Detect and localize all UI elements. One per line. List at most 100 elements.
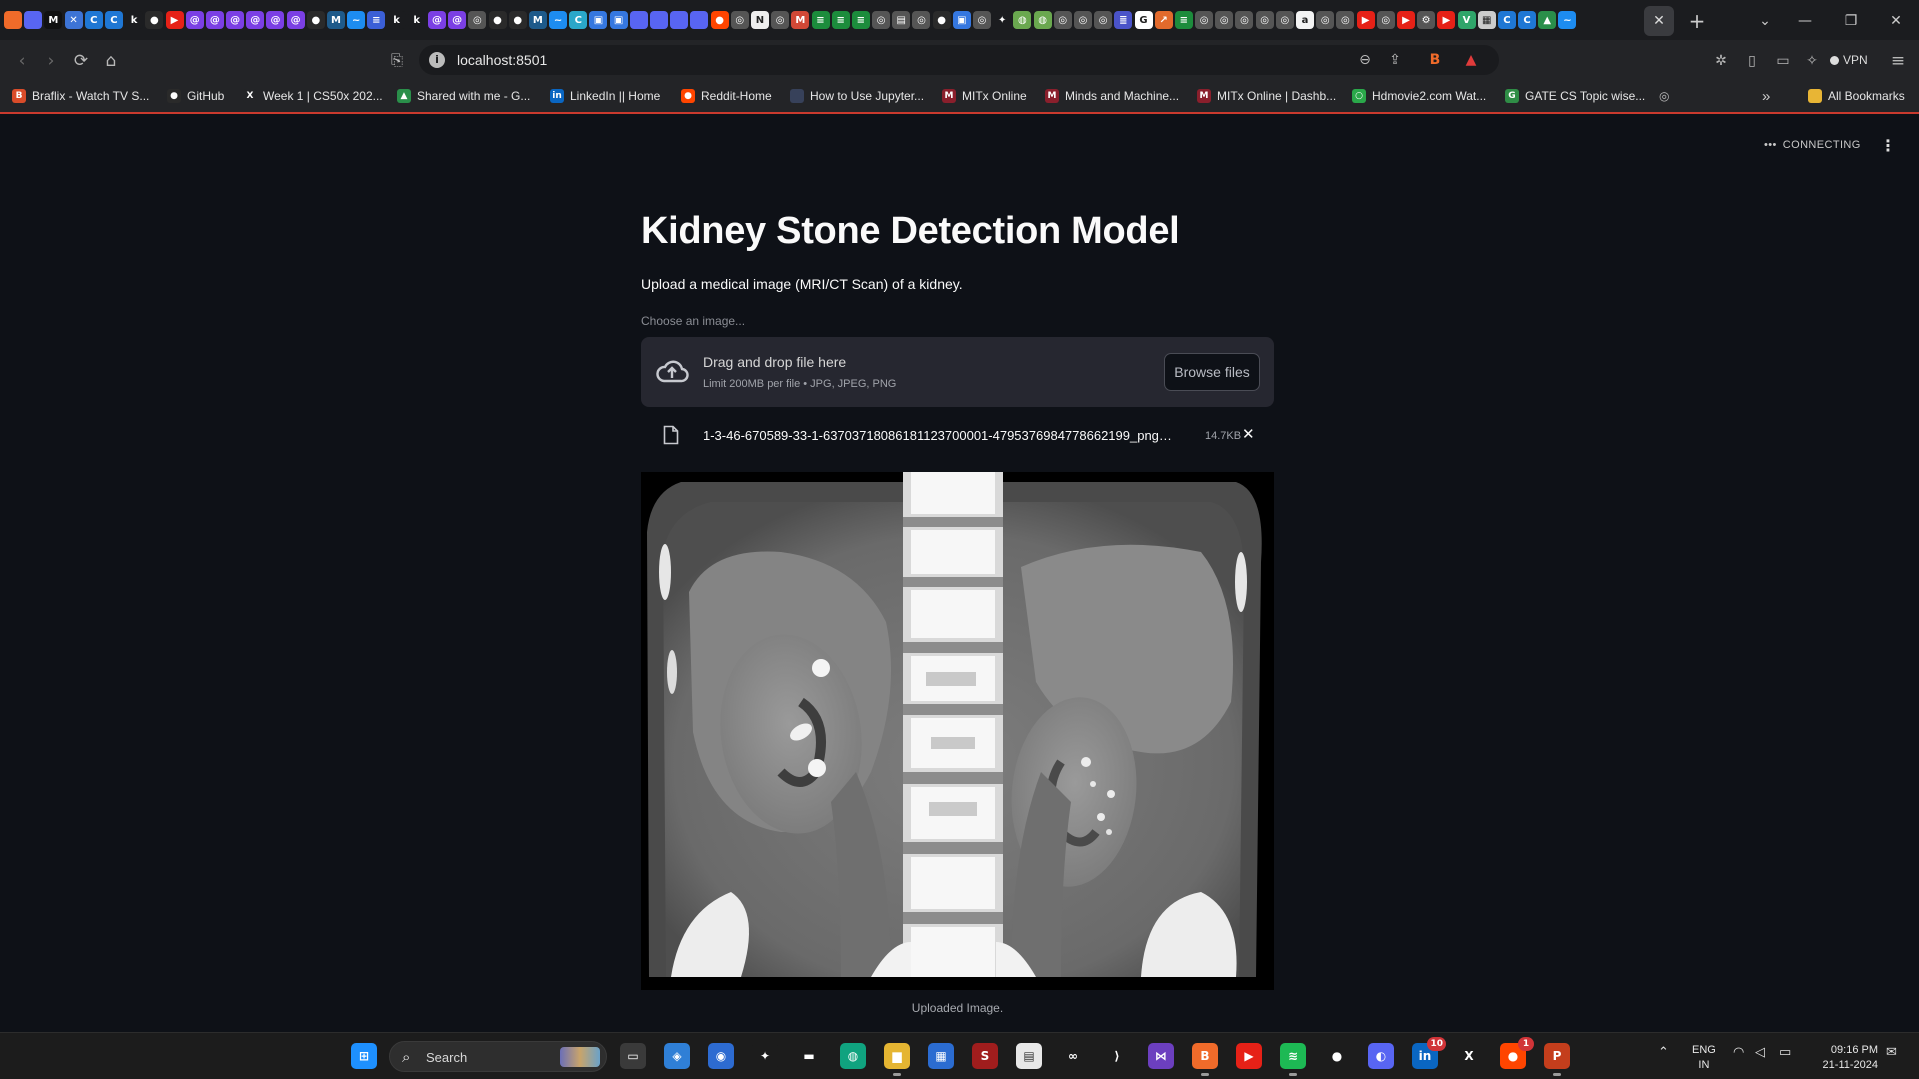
brave-browser-icon[interactable]: B [1192, 1043, 1218, 1076]
swirl-icon[interactable]: @ [448, 11, 467, 29]
github-icon[interactable]: ● [1324, 1043, 1350, 1069]
hbars-icon[interactable]: ≡ [831, 11, 850, 29]
close-tab-icon[interactable]: ✕ [1653, 13, 1665, 29]
hbars-icon[interactable]: ≡ [851, 11, 870, 29]
c-icon[interactable]: C [84, 11, 103, 29]
address-bar[interactable]: i localhost:8501 ⊖ ⇪ B ▲ [419, 45, 1499, 75]
image-icon[interactable]: ▣ [589, 11, 608, 29]
tab-search-button[interactable]: ⌄ [1752, 8, 1778, 34]
brave-shields-icon[interactable]: B [1425, 50, 1445, 70]
youtube-icon[interactable]: ▶ [1437, 11, 1456, 29]
github-icon[interactable]: ● [306, 11, 325, 29]
swirl-icon[interactable]: @ [266, 11, 285, 29]
minimize-button[interactable]: — [1792, 8, 1818, 34]
m-icon[interactable]: M [327, 11, 345, 29]
image-icon[interactable]: ▣ [609, 11, 628, 29]
powerpoint-icon[interactable]: P [1544, 1043, 1570, 1076]
youtube-icon[interactable]: ▶ [1236, 1043, 1262, 1069]
restore-button[interactable]: ❐ [1838, 8, 1864, 34]
globe-icon[interactable]: ◎ [912, 11, 931, 29]
new-tab-button[interactable]: + [1684, 8, 1710, 34]
hbars-icon[interactable]: ≡ [1174, 11, 1193, 29]
vue-icon[interactable]: V [1457, 11, 1476, 29]
mfx-icon[interactable]: ▤ [892, 11, 911, 29]
globe-icon[interactable]: ◎ [1235, 11, 1254, 29]
google-icon[interactable]: G [1134, 11, 1153, 29]
globe-icon[interactable]: ◎ [730, 11, 749, 29]
swirl-icon[interactable]: @ [185, 11, 204, 29]
chatgpt-icon[interactable]: ◍ [1013, 11, 1032, 29]
bookmark-item[interactable]: M MITx Online | Dashb... [1197, 86, 1336, 106]
document-icon[interactable]: ▤ [1016, 1043, 1042, 1069]
swirl-icon[interactable]: @ [427, 11, 446, 29]
globe-icon[interactable]: ◎ [973, 11, 991, 29]
bookmark-item[interactable]: M Minds and Machine... [1045, 86, 1179, 106]
stack-icon[interactable]: S [972, 1043, 998, 1069]
github-icon[interactable]: ● [488, 11, 507, 29]
home-button[interactable]: ⌂ [99, 49, 123, 73]
bookmark-item[interactable]: ○ Hdmovie2.com Wat... [1352, 86, 1486, 106]
copilot-icon[interactable]: ◈ [664, 1043, 690, 1069]
k-icon[interactable]: k [387, 11, 406, 29]
bookmark-item[interactable]: B Braflix - Watch TV S... [12, 86, 149, 106]
sheet-icon[interactable]: ▦ [1477, 11, 1496, 29]
youtube-icon[interactable]: ▶ [1396, 11, 1415, 29]
power-automate-icon[interactable]: ◉ [708, 1043, 734, 1069]
youtube-icon[interactable]: ▶ [165, 11, 184, 29]
leo-ai-icon[interactable]: ✧ [1800, 49, 1824, 73]
discord-icon[interactable] [650, 11, 668, 29]
discord-icon[interactable] [24, 11, 43, 29]
taskbar-search[interactable]: ⌕ Search [389, 1041, 607, 1072]
chatgpt-icon[interactable]: ◍ [1033, 11, 1052, 29]
main-menu-icon[interactable]: ≡ [1886, 49, 1910, 73]
globe-icon[interactable]: ◎ [1215, 11, 1234, 29]
swirl-icon[interactable]: @ [205, 11, 224, 29]
bookmark-item[interactable]: ● GitHub [167, 86, 224, 106]
arrow-icon[interactable]: ↗ [1154, 11, 1173, 29]
youtube-icon[interactable]: ▶ [1356, 11, 1375, 29]
windows-start-icon[interactable]: ⊞ [351, 1043, 377, 1069]
globe-icon[interactable]: ◎ [1195, 11, 1214, 29]
site-info-icon[interactable]: i [429, 52, 445, 68]
github-icon[interactable]: ● [508, 11, 527, 29]
list-icon[interactable]: ≣ [1114, 11, 1133, 29]
globe-icon[interactable]: ◎ [872, 11, 891, 29]
bookmark-item[interactable]: How to Use Jupyter... [790, 86, 924, 106]
file-dropzone[interactable]: Drag and drop file here Limit 200MB per … [641, 337, 1274, 407]
visual-studio-icon[interactable]: ⋈ [1148, 1043, 1174, 1069]
c-icon[interactable]: C [1497, 11, 1516, 29]
bookmark-item[interactable]: ▲ Shared with me - G... [397, 86, 530, 106]
gemini-icon[interactable]: ✦ [752, 1043, 778, 1069]
active-tab[interactable]: ✕ [1644, 6, 1674, 36]
github-icon[interactable]: ● [932, 11, 951, 29]
drive-icon[interactable]: ▲ [1538, 11, 1557, 29]
globe-icon[interactable]: ◎ [1094, 11, 1113, 29]
amazon-icon[interactable]: a [1296, 11, 1314, 29]
medium-icon[interactable]: M [44, 11, 63, 29]
globe-icon[interactable]: ◎ [771, 11, 790, 29]
bookmark-item[interactable]: ● Reddit-Home [681, 86, 772, 106]
battery-icon[interactable]: ▭ [1779, 1045, 1791, 1060]
bluesky-icon[interactable]: ~ [1558, 11, 1577, 29]
sidebar-toggle-icon[interactable]: ▯ [1740, 49, 1764, 73]
vpn-button[interactable]: VPN [1830, 49, 1868, 71]
task-view-icon[interactable]: ▭ [620, 1043, 646, 1069]
file-explorer-icon[interactable]: ▆ [884, 1043, 910, 1076]
c-icon[interactable]: C [569, 11, 588, 29]
bookmark-item[interactable]: in LinkedIn || Home [550, 86, 660, 106]
x-square-icon[interactable]: ✕ [64, 11, 83, 29]
discord-icon[interactable]: ◐ [1368, 1043, 1394, 1069]
bluesky-icon[interactable]: ~ [347, 11, 366, 29]
discord-icon[interactable] [629, 11, 648, 29]
share-icon[interactable]: ⇪ [1385, 50, 1405, 70]
gmail-icon[interactable]: M [791, 11, 810, 29]
hbars-icon[interactable]: ≡ [811, 11, 830, 29]
github-icon[interactable]: ● [145, 11, 164, 29]
wallet-icon[interactable]: ▭ [1771, 49, 1795, 73]
globe-icon[interactable]: ◎ [1053, 11, 1072, 29]
bookmark-globe-icon[interactable]: ◎ [1659, 86, 1669, 106]
app-menu-icon[interactable]: ⋮ [1880, 136, 1896, 155]
tray-overflow-icon[interactable]: ⌃ [1658, 1045, 1669, 1060]
ms-store-icon[interactable]: ▦ [928, 1043, 954, 1069]
globe-icon[interactable]: ◎ [1336, 11, 1355, 29]
